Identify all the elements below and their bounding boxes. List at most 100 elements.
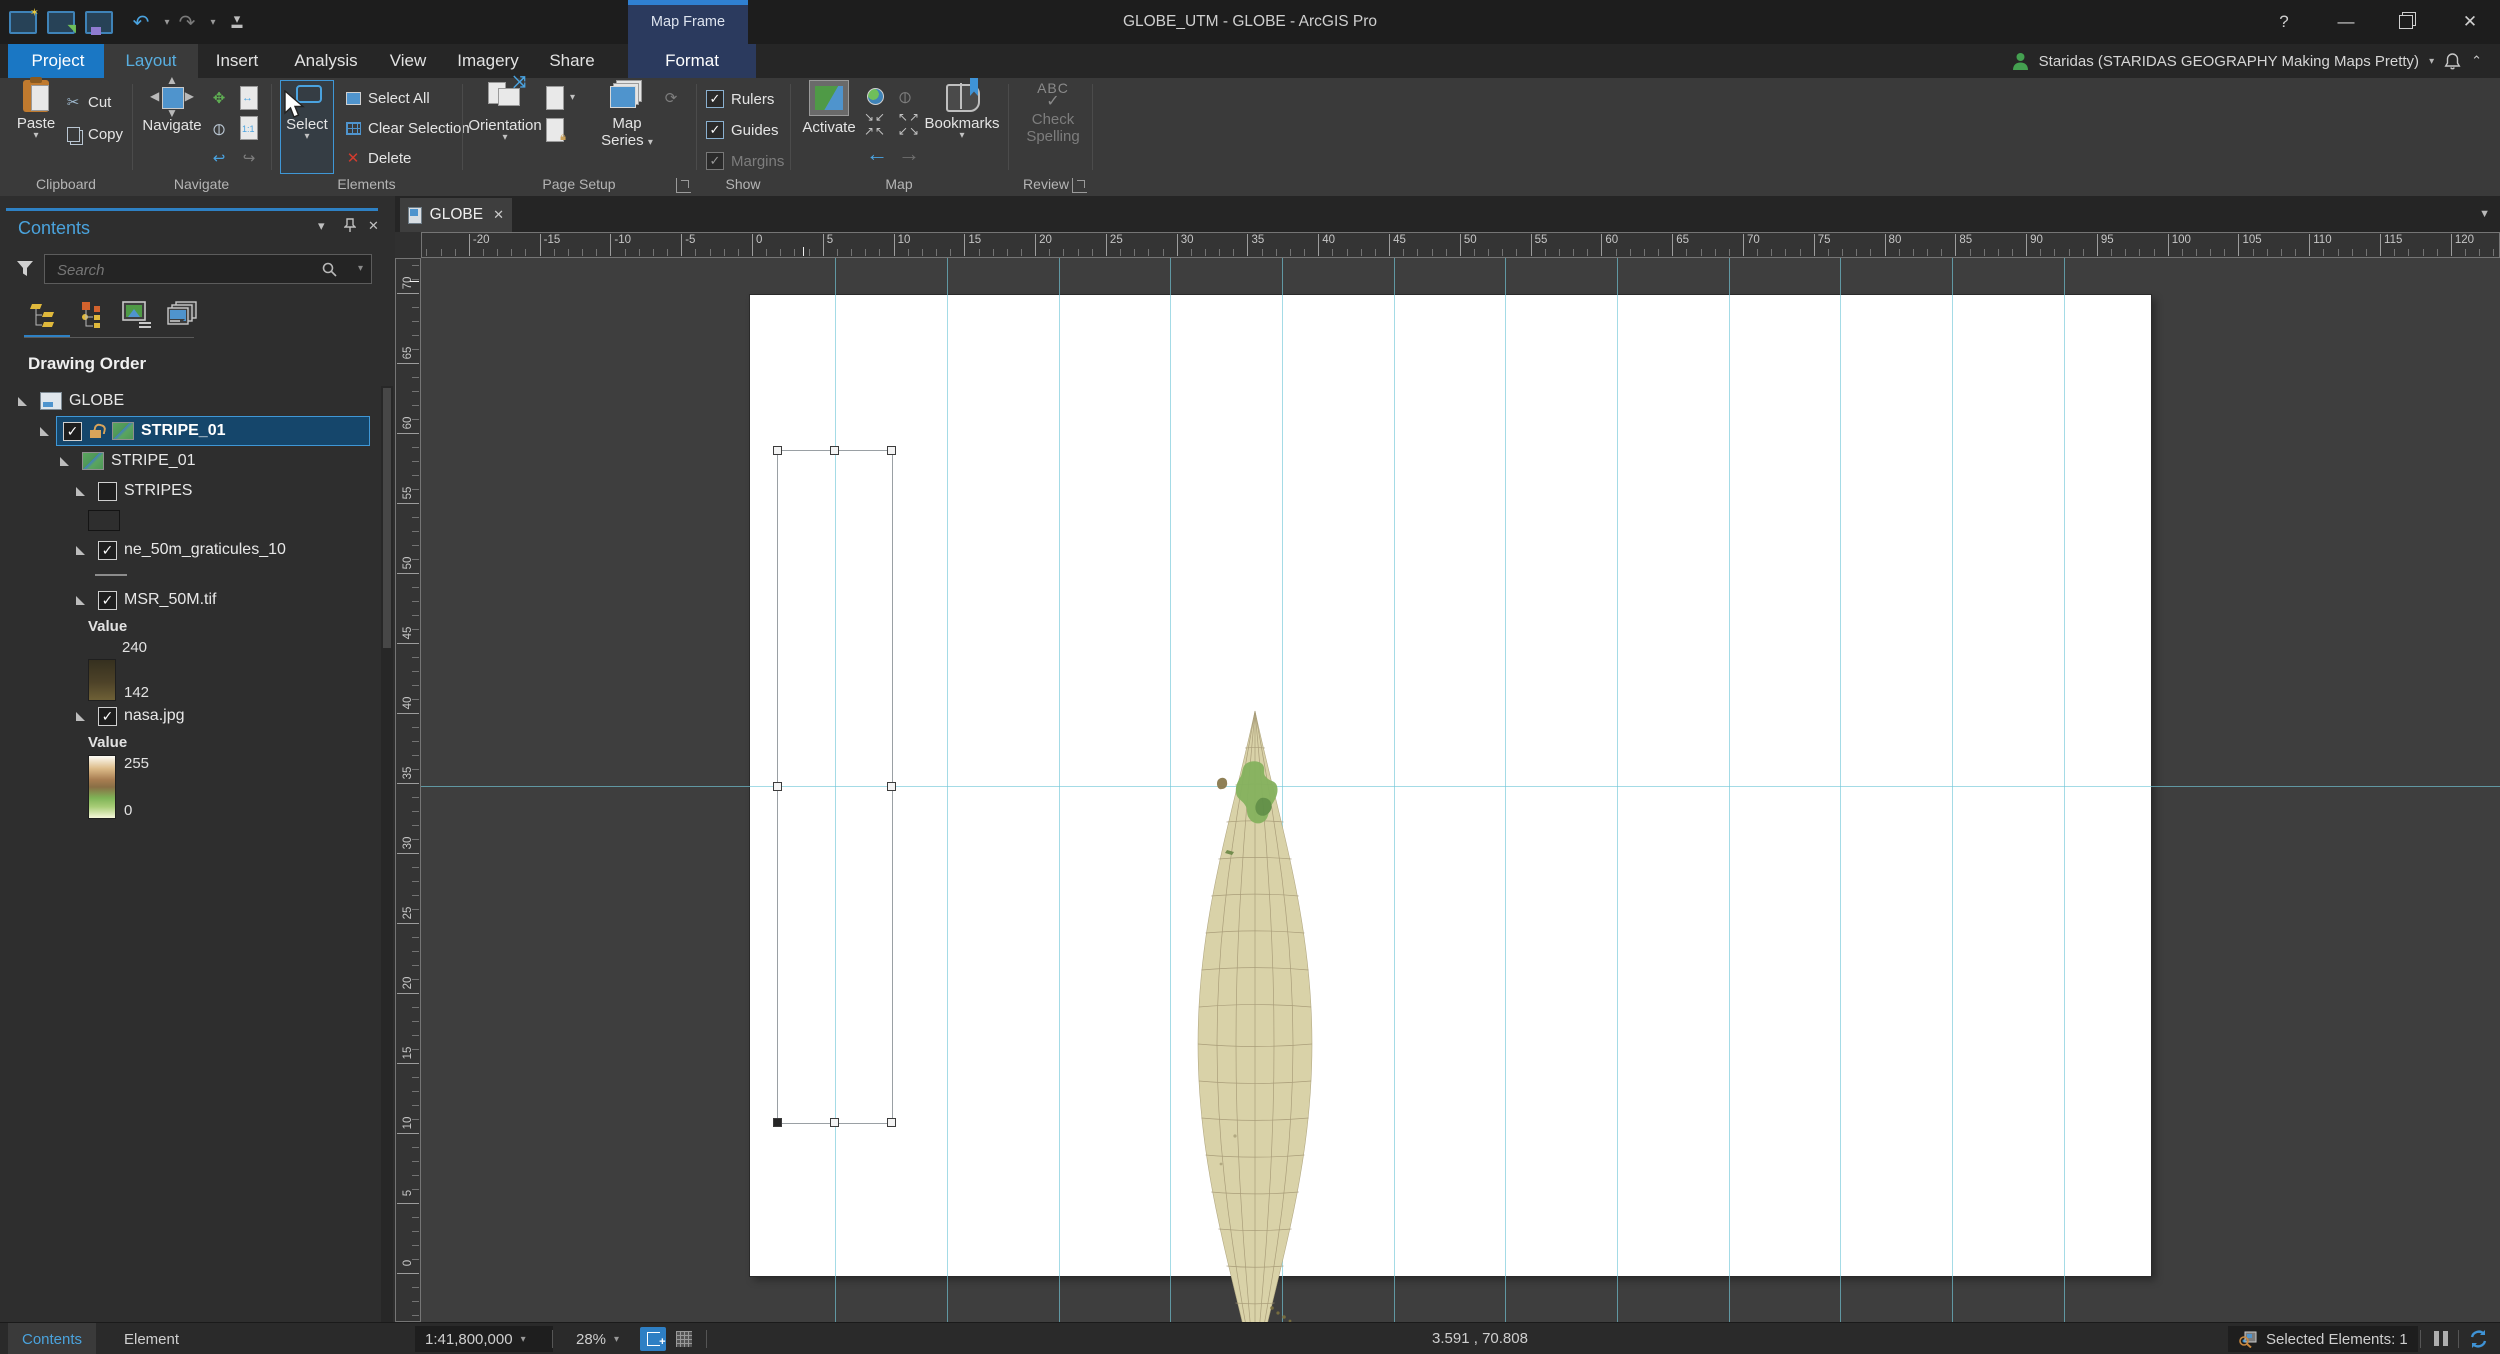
clear-selection-button[interactable]: Clear Selection — [344, 116, 470, 140]
forward-extent-button[interactable]: → — [898, 141, 920, 166]
layer-row-content[interactable]: ✓ MSR_50M.tif — [92, 586, 222, 614]
vertical-guide[interactable] — [1617, 258, 1618, 1322]
pane-tab-contents[interactable]: Contents — [8, 1323, 97, 1354]
selected-elements-status[interactable]: Selected Elements: 1 — [2228, 1326, 2418, 1352]
expander-icon[interactable] — [76, 486, 85, 496]
zoom-in-extent-button[interactable]: ↘↙ ↗↖ — [864, 110, 886, 138]
search-input[interactable] — [55, 258, 309, 282]
vertical-guide[interactable] — [947, 258, 948, 1322]
layer-row-stripes[interactable]: STRIPES — [0, 476, 378, 506]
expander-icon[interactable] — [18, 396, 27, 406]
filter-icon[interactable] — [16, 260, 34, 277]
collapse-ribbon-icon[interactable]: ⌃ — [2471, 53, 2482, 69]
notifications-bell-icon[interactable] — [2444, 52, 2461, 71]
layer-row-content[interactable]: STRIPE_01 — [76, 447, 201, 475]
customize-quick-access-icon[interactable]: ▾ ▬ — [222, 7, 252, 37]
list-by-drawing-order-button[interactable] — [24, 296, 66, 334]
contents-scrollbar[interactable]: ▼ — [381, 386, 393, 1354]
pane-menu-icon[interactable]: ▾ — [318, 218, 325, 234]
restore-button[interactable] — [2378, 0, 2434, 44]
copy-button[interactable]: Copy — [64, 122, 123, 146]
zoom-selection-button[interactable]: 🜕 — [896, 84, 914, 108]
snap-grid-icon[interactable] — [676, 1331, 692, 1347]
layer-row-content[interactable]: STRIPES — [92, 477, 198, 505]
list-by-source-button[interactable] — [70, 296, 112, 334]
fixed-extent-button[interactable]: ↔ — [240, 86, 258, 110]
save-project-icon[interactable] — [84, 7, 114, 37]
layer-visibility-checkbox[interactable]: ✓ — [98, 590, 117, 610]
previous-extent-button[interactable]: ↩ — [210, 146, 228, 170]
zoom-100-button[interactable]: 🜕 — [210, 116, 228, 140]
layer-row-content[interactable]: ✓ ne_50m_graticules_10 — [92, 536, 292, 564]
zoom-level-select[interactable]: 28% ▾ — [566, 1326, 638, 1352]
page-setup-dialog-launcher-icon[interactable] — [676, 178, 691, 193]
zoom-out-extent-button[interactable]: ↖↗ ↙↘ — [898, 110, 920, 138]
vertical-guide[interactable] — [1952, 258, 1953, 1322]
map-frame-gore[interactable] — [1156, 688, 1356, 1322]
layer-row-content[interactable]: ✓ STRIPE_01 — [56, 416, 370, 446]
unlocked-icon[interactable] — [89, 422, 107, 439]
vertical-guide[interactable] — [1840, 258, 1841, 1322]
layer-row-stripe-01[interactable]: STRIPE_01 — [0, 446, 378, 476]
layer-row-stripe-01[interactable]: ✓ STRIPE_01 — [0, 416, 378, 446]
symbol-swatch-line[interactable] — [95, 574, 127, 576]
show-checkbox-rulers[interactable]: ✓ Rulers — [706, 88, 774, 110]
selection-handle[interactable] — [886, 445, 896, 455]
layer-visibility-checkbox[interactable]: ✓ — [63, 421, 82, 441]
pane-close-icon[interactable]: ✕ — [368, 218, 379, 234]
account-dropdown-icon[interactable]: ▾ — [2429, 56, 2434, 67]
selection-rectangle[interactable] — [777, 450, 893, 1124]
ribbon-tab-format[interactable]: Format — [628, 44, 756, 78]
check-spelling-button[interactable]: ABC ✓ Check Spelling — [1018, 80, 1088, 145]
account-name[interactable]: Staridas (STARIDAS GEOGRAPHY Making Maps… — [2039, 53, 2419, 70]
selection-handle[interactable] — [829, 445, 839, 455]
show-checkbox-guides[interactable]: ✓ Guides — [706, 119, 779, 141]
layout-page-area[interactable] — [421, 258, 2500, 1322]
layer-visibility-checkbox[interactable]: ✓ — [98, 540, 117, 560]
vertical-guide[interactable] — [1729, 258, 1730, 1322]
tab-close-icon[interactable]: ✕ — [493, 207, 504, 223]
expander-icon[interactable] — [76, 595, 85, 605]
tab-list-dropdown-icon[interactable]: ▼ — [2479, 208, 2490, 220]
ribbon-tab-view[interactable]: View — [372, 44, 444, 78]
ribbon-tab-project[interactable]: Project — [8, 44, 108, 78]
layer-row-ne-50m-graticules-10[interactable]: ✓ ne_50m_graticules_10 — [0, 535, 378, 565]
refresh-series-button[interactable]: ⟳ — [662, 86, 680, 110]
expander-icon[interactable] — [40, 426, 49, 436]
symbol-swatch-rect[interactable] — [88, 510, 120, 531]
list-by-editing-button[interactable] — [162, 296, 204, 334]
vertical-guide[interactable] — [1505, 258, 1506, 1322]
search-icon[interactable] — [322, 262, 337, 277]
pause-drawing-button[interactable] — [2432, 1331, 2450, 1350]
minimize-button[interactable]: — — [2318, 0, 2374, 44]
layer-visibility-checkbox[interactable]: ✓ — [98, 706, 117, 726]
expander-icon[interactable] — [60, 456, 69, 466]
orientation-button[interactable]: ⤨ Orientation ▾ — [468, 74, 541, 143]
ribbon-tab-insert[interactable]: Insert — [194, 44, 280, 78]
selection-handle[interactable] — [886, 781, 896, 791]
ribbon-tab-imagery[interactable]: Imagery — [440, 44, 536, 78]
vertical-guide[interactable] — [2064, 258, 2065, 1322]
selection-handle[interactable] — [886, 1117, 896, 1127]
vertical-guide[interactable] — [1059, 258, 1060, 1322]
next-extent-button[interactable]: ↪ — [240, 146, 258, 170]
close-button[interactable]: ✕ — [2440, 0, 2500, 44]
select-button[interactable]: Select ▾ — [280, 80, 334, 174]
navigate-button[interactable]: ▲ ▼ ◀ ▶ Navigate — [142, 73, 202, 134]
pane-pin-icon[interactable] — [343, 218, 357, 235]
selection-handle[interactable] — [772, 1117, 782, 1127]
layer-visibility-checkbox[interactable] — [98, 481, 117, 501]
list-by-selection-button[interactable] — [116, 296, 158, 334]
add-guide-button[interactable]: + — [640, 1327, 666, 1351]
select-all-button[interactable]: Select All — [344, 86, 430, 110]
paste-button[interactable]: Paste ▾ — [12, 77, 60, 141]
refresh-view-icon[interactable] — [2468, 1329, 2489, 1349]
horizontal-guide[interactable] — [421, 786, 2500, 787]
ribbon-tab-analysis[interactable]: Analysis — [276, 44, 376, 78]
expander-icon[interactable] — [76, 711, 85, 721]
delete-button[interactable]: ✕ Delete — [344, 146, 412, 170]
ribbon-tab-layout[interactable]: Layout — [104, 44, 198, 78]
cut-button[interactable]: ✂ Cut — [64, 90, 112, 114]
expander-icon[interactable] — [76, 545, 85, 555]
lock-page-button[interactable]: 🔒︎ — [546, 118, 566, 143]
